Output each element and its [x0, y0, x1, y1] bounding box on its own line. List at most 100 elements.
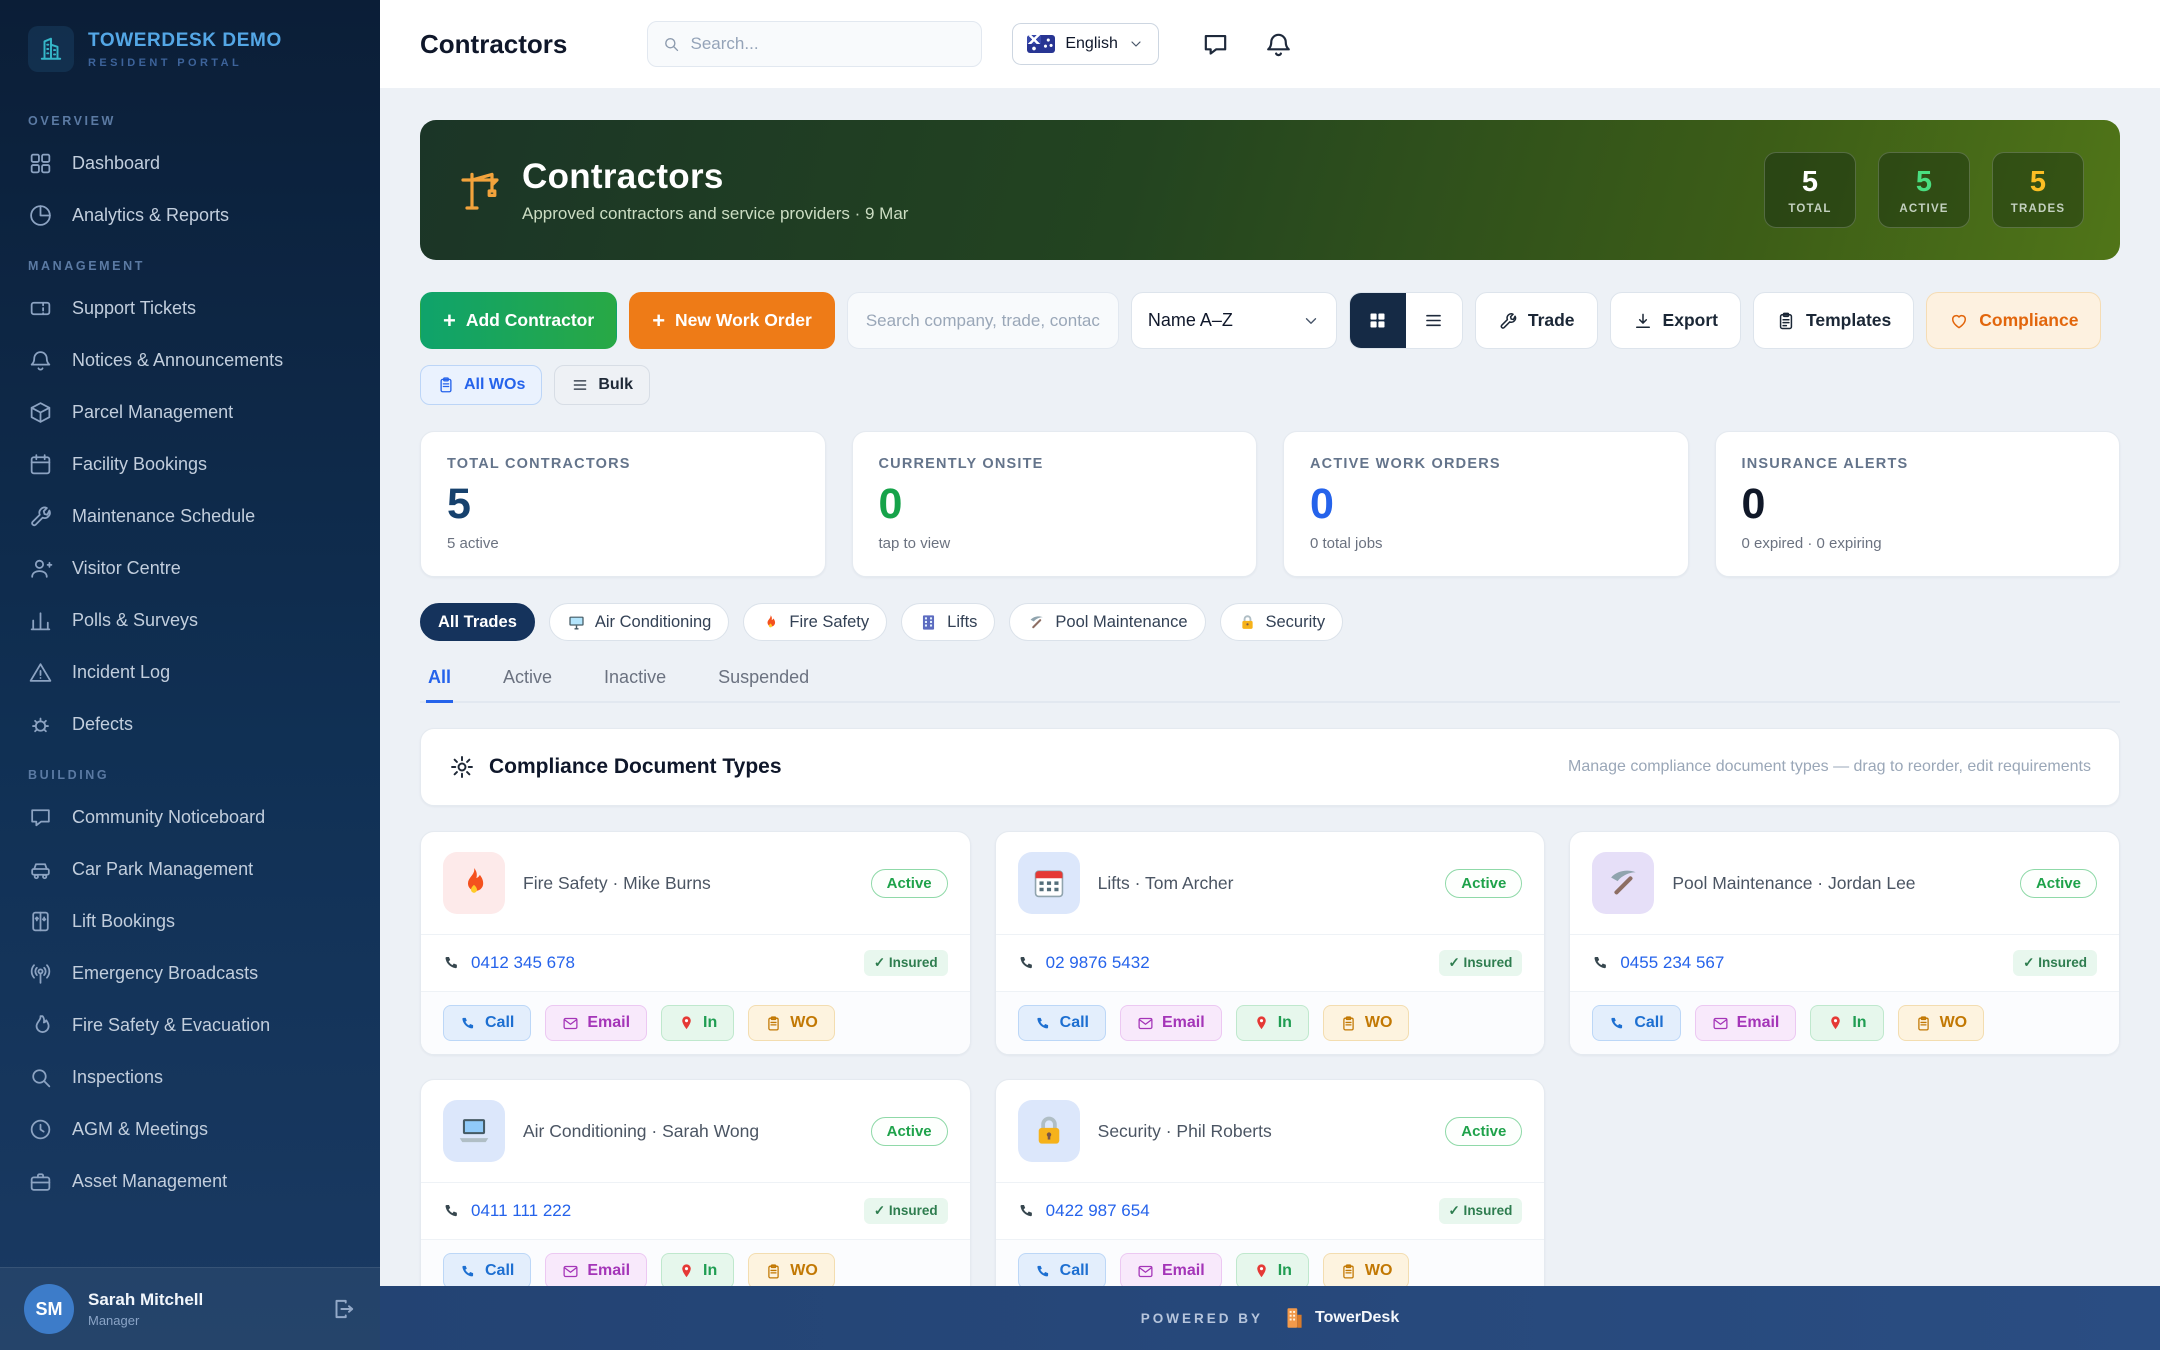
checkin-button[interactable]: In — [1810, 1005, 1883, 1041]
work-order-button[interactable]: WO — [1323, 1253, 1410, 1286]
sidebar-item-facility-bookings[interactable]: Facility Bookings — [0, 438, 380, 490]
stat-cards: TOTAL CONTRACTORS 5 5 active CURRENTLY O… — [420, 431, 2120, 577]
sort-select[interactable]: Name A–Z — [1131, 292, 1337, 349]
hero-stat-label: ACTIVE — [1899, 203, 1948, 215]
contractor-card[interactable]: Fire Safety · Mike Burns Active 0412 345… — [420, 831, 971, 1055]
sidebar-item-maintenance[interactable]: Maintenance Schedule — [0, 490, 380, 542]
sidebar-item-asset-management[interactable]: Asset Management — [0, 1155, 380, 1207]
contractor-card[interactable]: Security · Phil Roberts Active 0422 987 … — [995, 1079, 1546, 1286]
sidebar-item-polls-surveys[interactable]: Polls & Surveys — [0, 594, 380, 646]
phone-link[interactable]: 0455 234 567 — [1620, 953, 1724, 973]
templates-button[interactable]: Templates — [1753, 292, 1914, 349]
checkin-button[interactable]: In — [661, 1253, 734, 1286]
hero-stat-trades: 5 TRADES — [1992, 152, 2084, 228]
chevron-down-icon — [1128, 36, 1144, 52]
checkin-button[interactable]: In — [661, 1005, 734, 1041]
call-button[interactable]: Call — [443, 1005, 531, 1041]
list-view-button[interactable] — [1406, 293, 1462, 348]
sidebar-item-emergency-broadcasts[interactable]: Emergency Broadcasts — [0, 947, 380, 999]
chip-fire-safety[interactable]: Fire Safety — [743, 603, 887, 641]
email-button[interactable]: Email — [545, 1253, 647, 1286]
tab-inactive[interactable]: Inactive — [602, 657, 668, 703]
new-work-order-button[interactable]: +New Work Order — [629, 292, 835, 349]
compliance-doc-types-panel[interactable]: Compliance Document Types Manage complia… — [420, 728, 2120, 806]
contractor-search-input[interactable] — [847, 292, 1119, 349]
bulk-button[interactable]: Bulk — [554, 365, 650, 405]
chip-all-trades[interactable]: All Trades — [420, 603, 535, 641]
export-button[interactable]: Export — [1610, 292, 1741, 349]
trade-filter-button[interactable]: Trade — [1475, 292, 1598, 349]
sidebar-item-support-tickets[interactable]: Support Tickets — [0, 282, 380, 334]
tab-active[interactable]: Active — [501, 657, 554, 703]
sidebar-item-fire-safety[interactable]: Fire Safety & Evacuation — [0, 999, 380, 1051]
sidebar-item-analytics-reports[interactable]: Analytics & Reports — [0, 189, 380, 241]
all-work-orders-button[interactable]: All WOs — [420, 365, 542, 405]
work-order-button[interactable]: WO — [748, 1005, 835, 1041]
compliance-button[interactable]: Compliance — [1926, 292, 2101, 349]
tab-all[interactable]: All — [426, 657, 453, 703]
checkin-button[interactable]: In — [1236, 1005, 1309, 1041]
phone-link[interactable]: 0412 345 678 — [471, 953, 575, 973]
phone-link[interactable]: 02 9876 5432 — [1046, 953, 1150, 973]
contractor-card[interactable]: Air Conditioning · Sarah Wong Active 041… — [420, 1079, 971, 1286]
email-button[interactable]: Email — [545, 1005, 647, 1041]
stat-card-active-work-orders[interactable]: ACTIVE WORK ORDERS 0 0 total jobs — [1283, 431, 1689, 577]
phone-link[interactable]: 0422 987 654 — [1046, 1201, 1150, 1221]
sidebar-item-defects[interactable]: Defects — [0, 698, 380, 750]
chip-lifts[interactable]: Lifts — [901, 603, 995, 641]
work-order-button[interactable]: WO — [748, 1253, 835, 1286]
call-button[interactable]: Call — [443, 1253, 531, 1286]
call-button[interactable]: Call — [1592, 1005, 1680, 1041]
sidebar-item-incident-log[interactable]: Incident Log — [0, 646, 380, 698]
stat-card-insurance-alerts[interactable]: INSURANCE ALERTS 0 0 expired · 0 expirin… — [1715, 431, 2121, 577]
sidebar-item-parcel[interactable]: Parcel Management — [0, 386, 380, 438]
global-search — [647, 21, 982, 67]
stat-sub: tap to view — [879, 535, 1231, 552]
pin-icon — [1253, 1263, 1270, 1280]
tab-suspended[interactable]: Suspended — [716, 657, 811, 703]
work-order-button[interactable]: WO — [1898, 1005, 1985, 1041]
contractor-card[interactable]: Pool Maintenance · Jordan Lee Active 045… — [1569, 831, 2120, 1055]
page-title: Contractors — [420, 29, 567, 60]
email-button[interactable]: Email — [1120, 1005, 1222, 1041]
grid-view-button[interactable] — [1350, 293, 1406, 348]
chip-pool-maintenance[interactable]: Pool Maintenance — [1009, 603, 1205, 641]
email-button[interactable]: Email — [1120, 1253, 1222, 1286]
phone-icon — [443, 954, 461, 972]
sidebar-item-agm-meetings[interactable]: AGM & Meetings — [0, 1103, 380, 1155]
sidebar-item-visitor-centre[interactable]: Visitor Centre — [0, 542, 380, 594]
contractor-card[interactable]: Lifts · Tom Archer Active 02 9876 5432 ✓… — [995, 831, 1546, 1055]
chip-air-conditioning[interactable]: Air Conditioning — [549, 603, 729, 641]
work-order-button[interactable]: WO — [1323, 1005, 1410, 1041]
stat-sub: 0 total jobs — [1310, 535, 1662, 552]
clipboard-icon — [1915, 1015, 1932, 1032]
phone-link[interactable]: 0411 111 222 — [471, 1201, 571, 1221]
language-selector[interactable]: English — [1012, 23, 1158, 65]
user-profile[interactable]: SM Sarah Mitchell Manager — [0, 1267, 380, 1350]
sidebar-item-lift-bookings[interactable]: Lift Bookings — [0, 895, 380, 947]
stat-card-total-contractors[interactable]: TOTAL CONTRACTORS 5 5 active — [420, 431, 826, 577]
call-button[interactable]: Call — [1018, 1005, 1106, 1041]
search-input[interactable] — [691, 34, 968, 54]
heart-icon — [1949, 311, 1969, 331]
notifications-button[interactable] — [1264, 30, 1293, 59]
logout-button[interactable] — [330, 1296, 356, 1322]
sidebar-item-notices[interactable]: Notices & Announcements — [0, 334, 380, 386]
sidebar-item-car-park[interactable]: Car Park Management — [0, 843, 380, 895]
footer: POWERED BY TowerDesk — [380, 1286, 2160, 1350]
sidebar-item-inspections[interactable]: Inspections — [0, 1051, 380, 1103]
email-button[interactable]: Email — [1695, 1005, 1797, 1041]
sidebar-item-dashboard[interactable]: Dashboard — [0, 137, 380, 189]
messages-button[interactable] — [1201, 30, 1230, 59]
sidebar-item-community-noticeboard[interactable]: Community Noticeboard — [0, 791, 380, 843]
sidebar-item-label: Fire Safety & Evacuation — [72, 1015, 270, 1036]
chip-security[interactable]: Security — [1220, 603, 1344, 641]
sidebar-item-label: Emergency Broadcasts — [72, 963, 258, 984]
bar-chart-icon — [28, 608, 53, 633]
plus-icon: + — [443, 310, 456, 332]
stat-card-currently-onsite[interactable]: CURRENTLY ONSITE 0 tap to view — [852, 431, 1258, 577]
checkin-button[interactable]: In — [1236, 1253, 1309, 1286]
add-contractor-button[interactable]: +Add Contractor — [420, 292, 617, 349]
call-button[interactable]: Call — [1018, 1253, 1106, 1286]
clock-icon — [28, 1117, 53, 1142]
